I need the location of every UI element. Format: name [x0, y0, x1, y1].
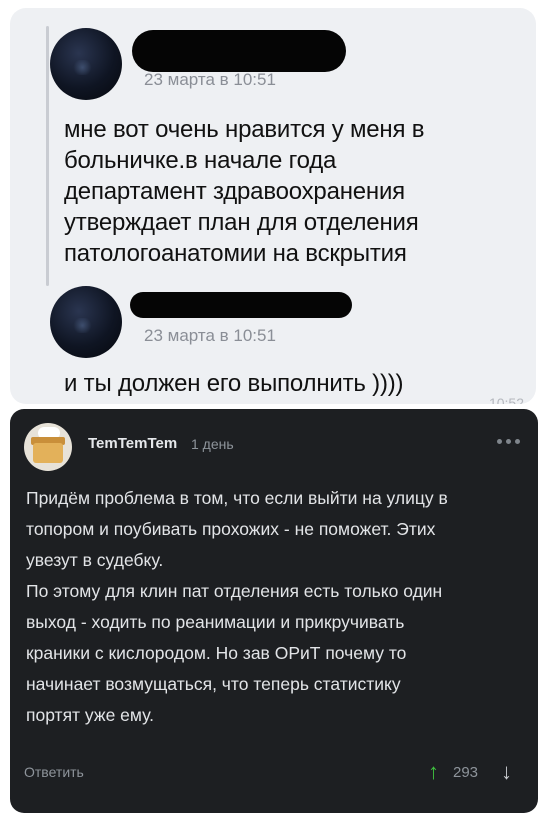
screenshot-card: 23 марта в 10:51 мне вот очень нравится …	[10, 8, 536, 404]
avatar[interactable]	[24, 423, 72, 471]
arrow-down-icon[interactable]: ↓	[501, 759, 512, 785]
comment-text: Придём проблема в том, что если выйти на…	[26, 488, 448, 725]
redacted-name	[132, 30, 346, 72]
comment-age: 1 день	[191, 436, 234, 452]
avatar	[50, 28, 122, 100]
redacted-name	[130, 292, 352, 318]
arrow-up-icon[interactable]: ↑	[428, 759, 439, 785]
reply-button[interactable]: Ответить	[24, 764, 84, 780]
quote-bar	[46, 26, 49, 286]
avatar	[50, 286, 122, 358]
message-timestamp: 23 марта в 10:51	[144, 70, 276, 89]
message-text: и ты должен его выполнить ))))	[64, 370, 404, 397]
comment-card: TemTemTem 1 день Придём проблема в том, …	[10, 409, 538, 813]
clipped-time: 10:52	[488, 395, 524, 404]
message-timestamp: 23 марта в 10:51	[144, 326, 276, 345]
comment-author[interactable]: TemTemTem	[88, 435, 177, 452]
comment-rating: 293	[453, 764, 479, 781]
more-dots-icon[interactable]	[497, 439, 520, 444]
message-text: мне вот очень нравится у меня в больничк…	[64, 116, 425, 267]
